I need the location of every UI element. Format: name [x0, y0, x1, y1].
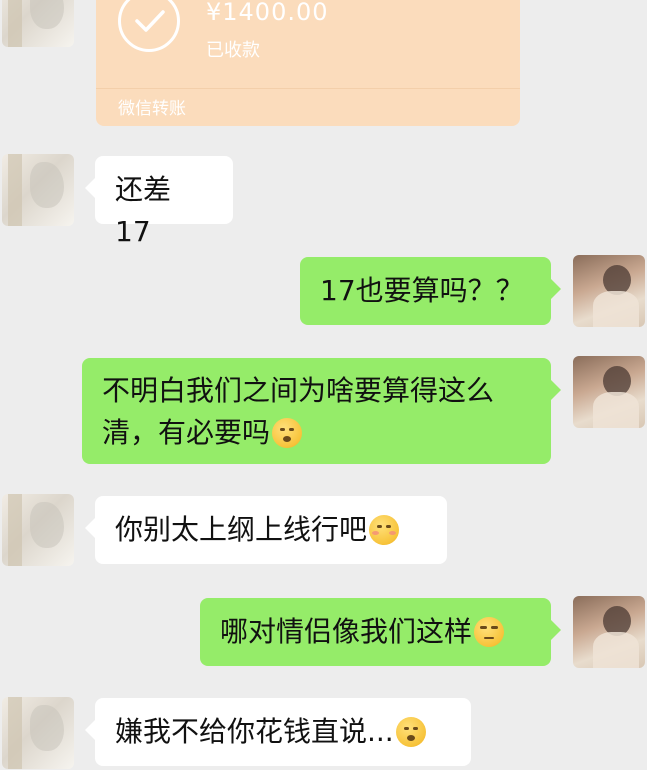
my-avatar[interactable] [573, 596, 645, 668]
message-bubble-outgoing[interactable]: 哪对情侣像我们这样 [200, 598, 561, 666]
transfer-footer-label: 微信转账 [118, 99, 186, 119]
my-avatar[interactable] [573, 255, 645, 327]
shocked-face-icon [395, 717, 426, 747]
wechat-transfer-card[interactable]: ¥1400.00 已收款 微信转账 [96, 0, 520, 126]
message-text: 17也要算吗？？ [320, 274, 524, 307]
contact-avatar[interactable] [2, 154, 74, 226]
blushing-face-icon [369, 515, 400, 545]
contact-avatar[interactable] [2, 0, 74, 47]
message-bubble-incoming[interactable]: 你别太上纲上线行吧 [85, 496, 447, 564]
contact-avatar[interactable] [2, 494, 74, 566]
shocked-face-icon [272, 418, 303, 448]
message-bubble-outgoing[interactable]: 17也要算吗？？ [300, 257, 561, 325]
message-bubble-outgoing[interactable]: 不明白我们之间为啥要算得这么 清，有必要吗 [82, 358, 561, 464]
transfer-divider [96, 88, 520, 89]
message-text-line: 清，有必要吗 [102, 416, 271, 449]
message-text-line: 不明白我们之间为啥要算得这么 [102, 374, 495, 407]
contact-avatar[interactable] [2, 697, 74, 769]
transfer-status: 已收款 [206, 40, 260, 61]
check-circle-icon [118, 0, 180, 52]
message-text: 嫌我不给你花钱直说... [115, 715, 394, 748]
message-text: 你别太上纲上线行吧 [115, 513, 368, 546]
message-bubble-incoming[interactable]: 嫌我不给你花钱直说... [85, 698, 471, 766]
message-bubble-incoming[interactable]: 还差 17 [85, 156, 233, 248]
transfer-amount: ¥1400.00 [206, 0, 329, 26]
my-avatar[interactable] [573, 356, 645, 428]
eyeroll-face-icon [474, 617, 505, 647]
message-text: 哪对情侣像我们这样 [220, 615, 473, 648]
message-text: 还差 17 [115, 173, 172, 248]
